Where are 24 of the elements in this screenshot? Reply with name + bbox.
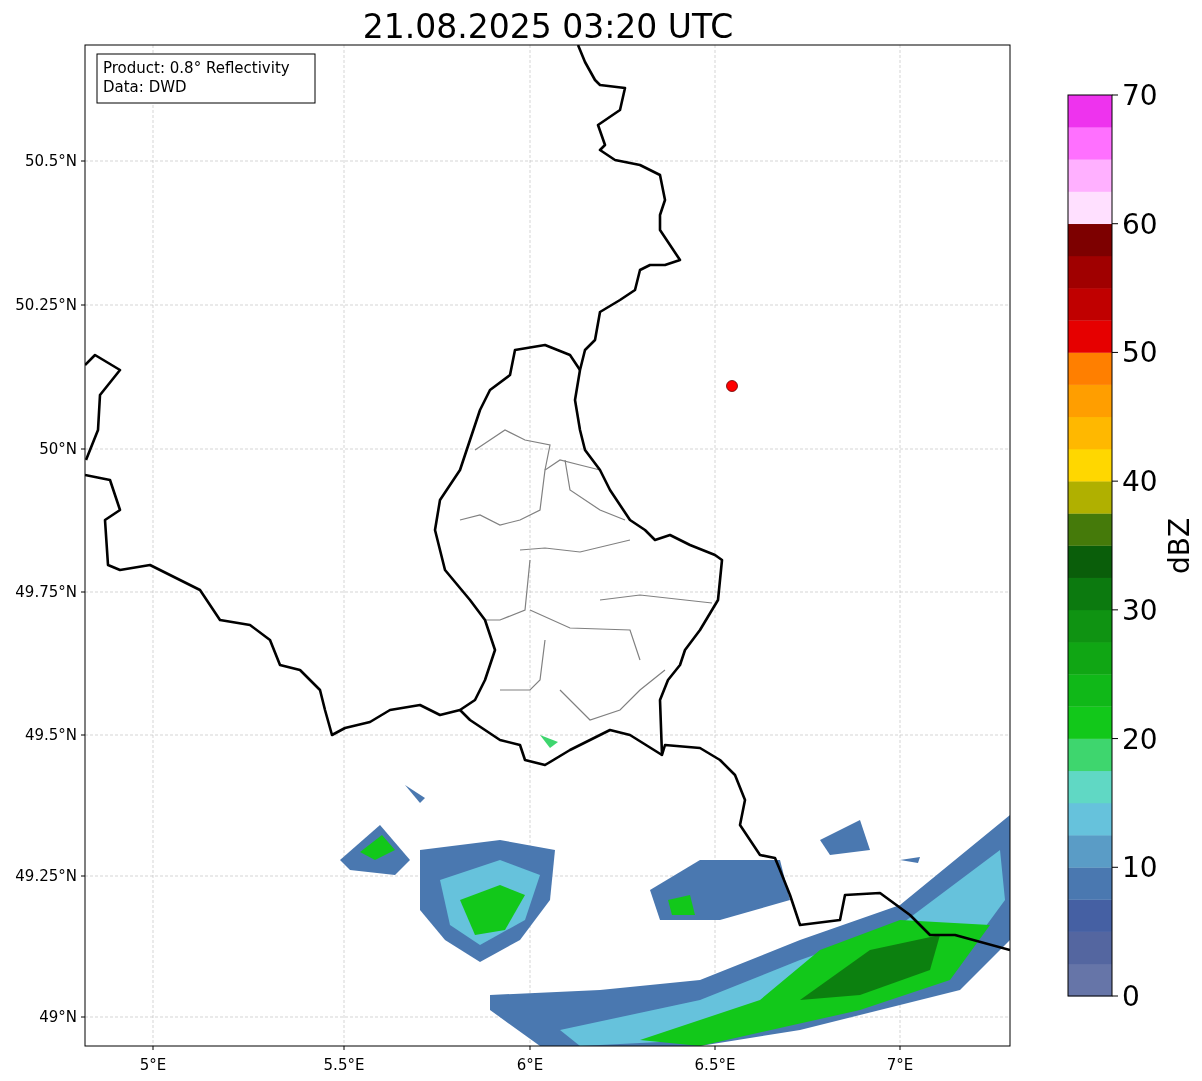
colorbar-tick-label: 40 [1122,465,1158,499]
latitude-label: 49.75°N [15,583,77,601]
longitude-label: 6.5°E [694,1056,736,1074]
colorbar-tick-label: 30 [1122,593,1158,627]
latitude-label: 49°N [39,1008,77,1026]
longitude-label: 5°E [139,1056,167,1074]
colorbar-tick-label: 20 [1122,722,1158,756]
longitude-label: 6°E [516,1056,544,1074]
legend-text: Product: 0.8° Reflectivity [103,59,290,77]
colorbar-tick-label: 70 [1122,79,1158,112]
chart-title: 21.08.2025 03:20 UTC [362,7,734,46]
colorbar-tick-label: 60 [1122,207,1158,241]
latitude-label: 50.5°N [24,152,77,170]
longitude-label: 5.5°E [323,1056,365,1074]
legend-text: Data: DWD [103,78,187,96]
colorbar-tick-label: 0 [1122,980,1140,1013]
longitude-label: 7°E [886,1056,914,1074]
colorbar-tick-label: 10 [1122,851,1158,885]
colorbar-label: dBZ [1163,517,1196,575]
latitude-label: 50.25°N [15,296,77,314]
colorbar-tick-label: 50 [1122,336,1158,370]
latitude-label: 49.25°N [15,867,77,885]
latitude-label: 49.5°N [24,726,77,744]
latitude-label: 50°N [39,440,77,458]
